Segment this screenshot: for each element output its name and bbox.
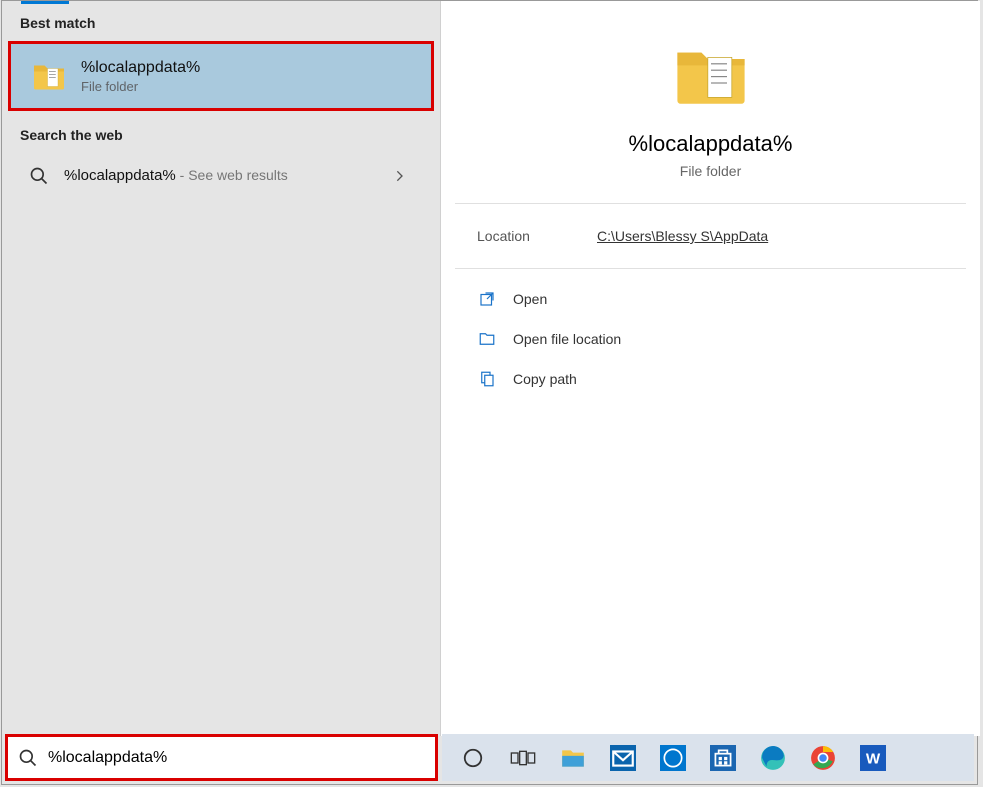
location-label: Location — [477, 228, 597, 244]
taskbar: W — [442, 734, 974, 781]
web-search-result[interactable]: %localappdata% - See web results — [8, 153, 434, 199]
taskbar-chrome-icon[interactable] — [806, 741, 840, 775]
search-input[interactable] — [48, 749, 425, 767]
details-pane: %localappdata% File folder Location C:\U… — [440, 1, 980, 736]
best-match-result[interactable]: %localappdata% File folder — [8, 41, 434, 111]
action-open-label: Open — [513, 291, 547, 307]
web-result-text: %localappdata% - See web results — [64, 167, 288, 185]
details-title: %localappdata% — [441, 131, 980, 157]
action-copy-path-label: Copy path — [513, 371, 577, 387]
location-path-link[interactable]: C:\Users\Blessy S\AppData — [597, 228, 768, 244]
best-match-texts: %localappdata% File folder — [81, 59, 200, 94]
location-row: Location C:\Users\Blessy S\AppData — [441, 204, 980, 268]
taskbar-dell-icon[interactable] — [656, 741, 690, 775]
taskbar-cortana-icon[interactable] — [456, 741, 490, 775]
search-box[interactable] — [5, 734, 438, 781]
action-open-location[interactable]: Open file location — [471, 319, 960, 359]
web-result-title: %localappdata% — [64, 167, 176, 184]
results-column: Best match %localappdata% File folder Se… — [2, 1, 440, 736]
windows-search-panel: Best match %localappdata% File folder Se… — [1, 0, 978, 785]
folder-large-icon — [671, 35, 751, 115]
search-web-heading: Search the web — [2, 117, 440, 153]
svg-text:W: W — [866, 750, 881, 767]
folder-icon — [31, 58, 67, 94]
action-open-location-label: Open file location — [513, 331, 621, 347]
taskbar-edge-icon[interactable] — [756, 741, 790, 775]
chevron-right-icon — [392, 168, 408, 184]
copy-icon — [477, 369, 497, 389]
taskbar-mail-icon[interactable] — [606, 741, 640, 775]
open-icon — [477, 289, 497, 309]
active-tab-indicator — [21, 1, 69, 4]
taskbar-microsoft-store-icon[interactable] — [706, 741, 740, 775]
taskbar-file-explorer-icon[interactable] — [556, 741, 590, 775]
filter-tabs-bar — [2, 1, 440, 5]
web-result-suffix: - See web results — [176, 167, 288, 183]
taskbar-task-view-icon[interactable] — [506, 741, 540, 775]
details-header: %localappdata% File folder — [441, 1, 980, 203]
action-open[interactable]: Open — [471, 279, 960, 319]
search-icon — [28, 165, 50, 187]
details-subtitle: File folder — [441, 163, 980, 179]
search-icon — [18, 748, 38, 768]
taskbar-word-icon[interactable]: W — [856, 741, 890, 775]
best-match-title: %localappdata% — [81, 59, 200, 77]
folder-location-icon — [477, 329, 497, 349]
action-copy-path[interactable]: Copy path — [471, 359, 960, 399]
actions-list: Open Open file location Copy path — [441, 269, 980, 409]
best-match-heading: Best match — [2, 5, 440, 41]
best-match-subtitle: File folder — [81, 79, 200, 94]
